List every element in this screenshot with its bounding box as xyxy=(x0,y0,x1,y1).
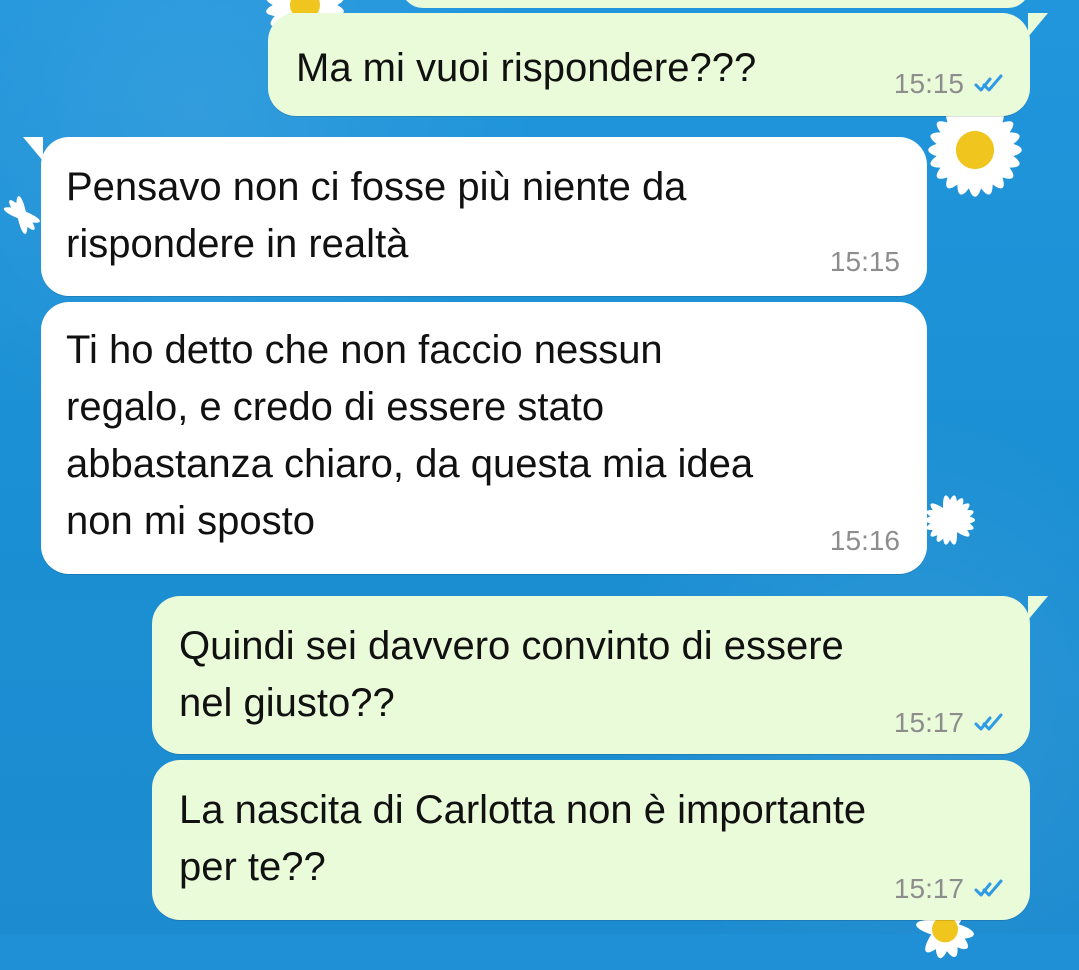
previous-message-bubble-edge xyxy=(401,0,1030,8)
message-time: 15:16 xyxy=(829,525,900,556)
double-check-icon xyxy=(974,879,1004,899)
message-meta: 15:17 xyxy=(894,875,1004,903)
message-meta: 15:15 xyxy=(894,70,1004,98)
chat-message-bubble-outgoing[interactable]: Quindi sei davvero convinto di essere ne… xyxy=(152,596,1048,754)
message-text: Pensavo non ci fosse più niente da rispo… xyxy=(66,165,687,266)
message-time: 15:15 xyxy=(893,68,964,99)
message-meta: 15:16 xyxy=(830,527,900,555)
double-check-icon xyxy=(974,74,1004,94)
chat-message-bubble-incoming[interactable]: Ti ho detto che non faccio nessun regalo… xyxy=(41,302,927,574)
message-meta: 15:15 xyxy=(830,248,900,276)
chat-message-bubble-outgoing[interactable]: La nascita di Carlotta non è importante … xyxy=(152,760,1030,920)
message-text: Ti ho detto che non faccio nessun regalo… xyxy=(66,328,754,543)
message-time: 15:17 xyxy=(893,873,964,904)
message-text: La nascita di Carlotta non è importante … xyxy=(179,788,867,889)
message-time: 15:17 xyxy=(893,707,964,738)
double-check-icon xyxy=(974,713,1004,733)
chat-message-bubble-incoming[interactable]: Pensavo non ci fosse più niente da rispo… xyxy=(23,137,927,296)
message-meta: 15:17 xyxy=(894,709,1004,737)
message-text: Ma mi vuoi rispondere??? xyxy=(296,46,757,90)
message-time: 15:15 xyxy=(829,246,900,277)
message-text: Quindi sei davvero convinto di essere ne… xyxy=(179,624,844,725)
chat-message-bubble-outgoing[interactable]: Ma mi vuoi rispondere??? 15:15 xyxy=(268,13,1048,116)
